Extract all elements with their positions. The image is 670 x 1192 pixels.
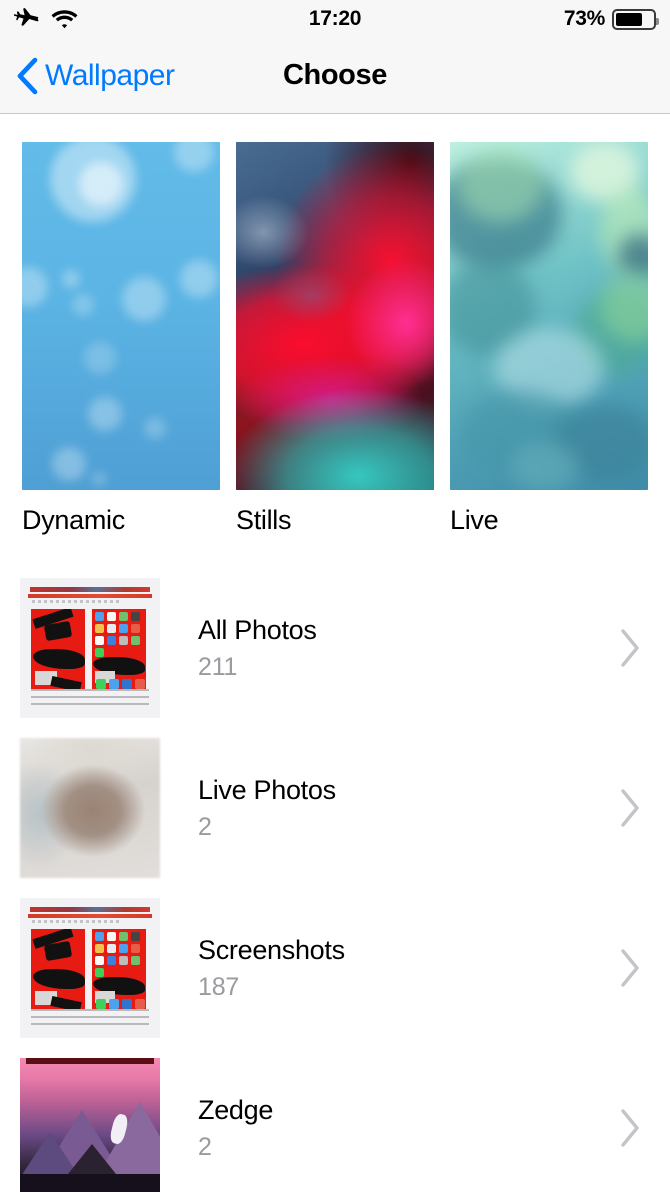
album-text: Screenshots 187: [198, 934, 618, 1002]
album-count: 2: [198, 1132, 212, 1161]
album-count: 187: [198, 972, 240, 1001]
album-title: Zedge: [198, 1095, 274, 1126]
navigation-bar: Wallpaper Choose: [0, 38, 670, 114]
status-bar-right: 73%: [563, 7, 659, 31]
back-button-label: Wallpaper: [45, 58, 175, 92]
chevron-right-icon: [621, 1109, 639, 1147]
album-thumbnail: [20, 898, 160, 1038]
category-dynamic[interactable]: Dynamic: [22, 142, 220, 536]
category-label: Dynamic: [22, 505, 125, 535]
category-live[interactable]: Live: [450, 142, 648, 536]
wallpaper-category-grid: Dynamic Stills Live: [0, 114, 670, 536]
airplane-icon: [14, 8, 39, 26]
chevron-right-icon: [621, 949, 639, 987]
album-thumbnail: [20, 738, 160, 878]
album-row-zedge[interactable]: Zedge 2: [0, 1048, 670, 1192]
album-title: Screenshots: [198, 935, 345, 966]
album-title: All Photos: [198, 615, 317, 646]
album-list: All Photos 211 Live Photos 2 Screenshots…: [0, 568, 670, 1192]
live-thumbnail: [450, 142, 648, 490]
wifi-icon: [51, 10, 78, 29]
status-bar: 17:20 73%: [0, 0, 670, 38]
album-text: Zedge 2: [198, 1094, 618, 1162]
battery-percent-label: 73%: [563, 7, 605, 30]
album-text: Live Photos 2: [198, 774, 618, 842]
chevron-right-icon: [621, 789, 639, 827]
album-count: 211: [198, 652, 238, 681]
back-button[interactable]: Wallpaper: [16, 57, 175, 95]
dynamic-thumbnail: [22, 142, 220, 490]
status-bar-left: [14, 8, 78, 30]
stills-thumbnail: [236, 142, 434, 490]
album-text: All Photos 211: [198, 614, 618, 682]
album-row-live-photos[interactable]: Live Photos 2: [0, 728, 670, 888]
album-title: Live Photos: [198, 775, 336, 806]
album-thumbnail: [20, 1058, 160, 1192]
album-row-all-photos[interactable]: All Photos 211: [0, 568, 670, 728]
chevron-left-icon: [17, 57, 38, 94]
category-stills[interactable]: Stills: [236, 142, 434, 536]
category-label: Stills: [236, 505, 292, 535]
battery-icon: [612, 8, 659, 30]
album-row-screenshots[interactable]: Screenshots 187: [0, 888, 670, 1048]
album-thumbnail: [20, 578, 160, 718]
album-count: 2: [198, 812, 212, 841]
chevron-right-icon: [621, 629, 639, 667]
category-label: Live: [450, 505, 499, 535]
